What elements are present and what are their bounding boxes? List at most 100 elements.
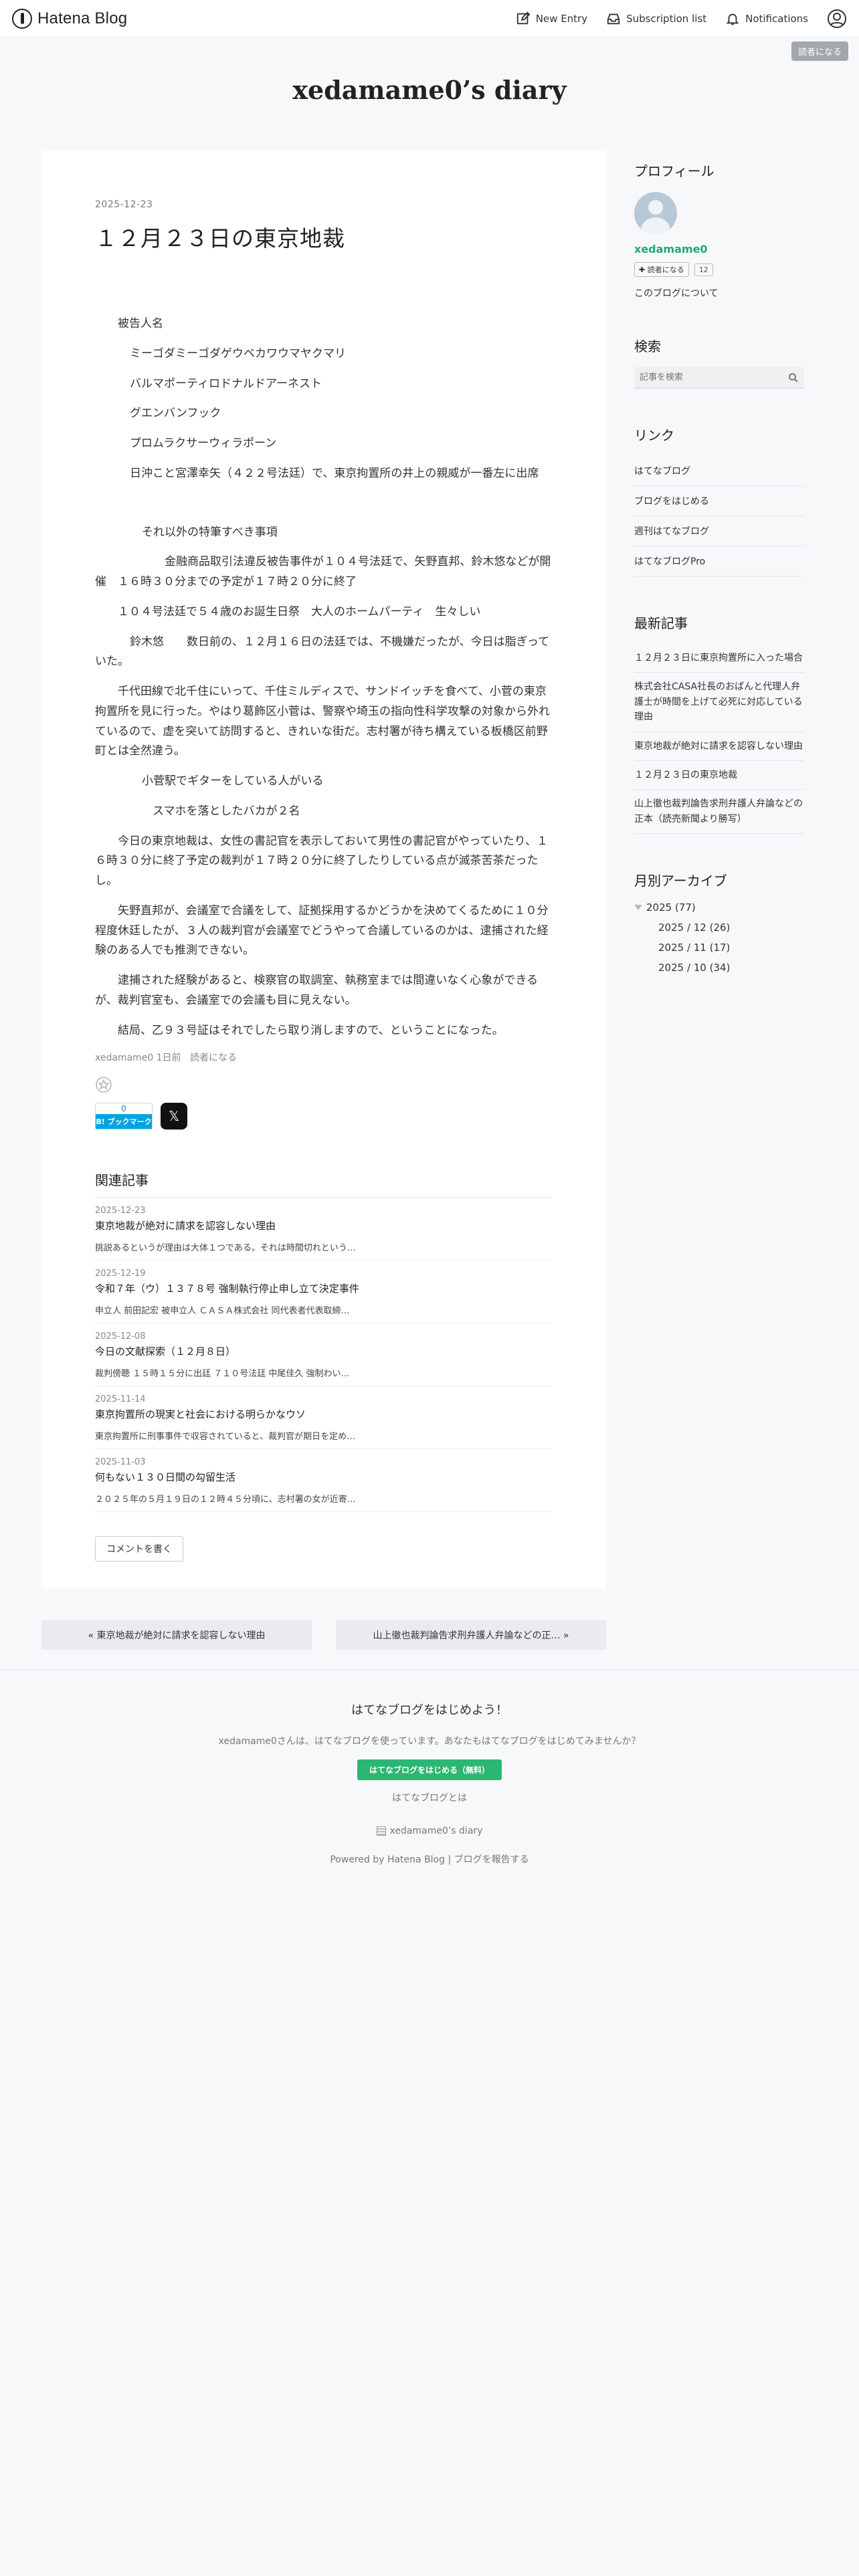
expand-triangle-icon[interactable]: [634, 905, 642, 911]
main-column: 2025-12-23 １２月２３日の東京地裁 被告人名 ミーゴダミーゴダゲウベカ…: [41, 151, 606, 1650]
footer-blog-name[interactable]: xedamame0’s diary: [390, 1826, 483, 1836]
about-hatena-blog-link[interactable]: はてなブログとは: [0, 1791, 859, 1804]
sidebar-link[interactable]: はてなブログ: [634, 456, 804, 486]
related-entry-excerpt: 東京拘置所に刑事事件で収容されていると、裁判官が期日を定め…: [95, 1432, 356, 1442]
entry-date[interactable]: 2025-12-23: [95, 199, 553, 210]
related-entry-date: 2025-11-14: [95, 1394, 146, 1405]
follower-count[interactable]: 12: [694, 263, 713, 276]
next-entry-link[interactable]: 山上徹也裁判論告求刑弁護人弁論などの正… »: [336, 1620, 606, 1650]
recent-entry-link[interactable]: 株式会社CASA社長のおばんと代理人弁護士が時間を上げて必死に対応している理由: [634, 673, 804, 732]
entry-article: 2025-12-23 １２月２３日の東京地裁 被告人名 ミーゴダミーゴダゲウベカ…: [41, 151, 606, 1589]
related-entries-list: 2025-12-23 東京地裁が絶対に請求を認容しない理由 挑説あるというが理由…: [95, 1198, 553, 1513]
archive-year-toggle[interactable]: 2025 (77): [634, 901, 804, 914]
pencil-icon: [516, 11, 531, 26]
notifications-label: Notifications: [745, 12, 808, 25]
powered-by-text[interactable]: Powered by Hatena Blog | ブログを報告する: [0, 1852, 859, 1866]
related-entry-title[interactable]: 何もない１３０日間の勾留生活: [95, 1470, 553, 1484]
entry-paragraph: １０４号法廷で５４歳のお誕生日祭 大人のホームパーティ 生々しい: [118, 605, 481, 619]
entry-paragraph: 今日の東京地裁は、女性の書記官を表示しておいて男性の書記官がやっていたり、１６時…: [95, 834, 548, 888]
new-entry-label: New Entry: [535, 12, 588, 25]
new-entry-link[interactable]: New Entry: [516, 11, 587, 26]
archive-month-link[interactable]: 2025 / 10 (34): [658, 962, 804, 974]
content-wrapper: 2025-12-23 １２月２３日の東京地裁 被告人名 ミーゴダミーゴダゲウベカ…: [41, 151, 804, 1650]
sidebar-link[interactable]: ブログをはじめる: [634, 486, 804, 516]
share-buttons: 0 B! ブックマーク 𝕏: [95, 1103, 553, 1130]
links-heading: リンク: [634, 427, 674, 443]
footer-heading: はてなブログをはじめよう！: [351, 1703, 508, 1717]
recent-entry-link[interactable]: １２月２３日の東京地裁: [634, 761, 804, 790]
related-entry[interactable]: 2025-11-14 東京拘置所の現実と社会における明らかなウソ 東京拘置所に刑…: [95, 1386, 553, 1450]
sidebar: プロフィール xedamame0 ✚ 読者になる 12 このブログについて 検索…: [634, 151, 804, 1650]
recent-entries-heading: 最新記事: [634, 615, 688, 631]
previous-entry-link[interactable]: « 東京地裁が絶対に請求を認容しない理由: [41, 1620, 312, 1650]
related-entry-excerpt: ２０２５年の５月１９日の１２時４５分頃に、志村署の女が近寄…: [95, 1495, 356, 1505]
related-entry[interactable]: 2025-11-03 何もない１３０日間の勾留生活 ２０２５年の５月１９日の１２…: [95, 1449, 553, 1513]
entry-paragraph: スマホを落としたバカが２名: [153, 804, 300, 818]
about-blog-link[interactable]: このブログについて: [634, 286, 804, 300]
search-input[interactable]: [634, 367, 804, 389]
hatena-bookmark-count: 0: [121, 1104, 126, 1114]
related-entries-heading: 関連記事: [95, 1170, 553, 1198]
entry-time[interactable]: 1日前: [157, 1053, 181, 1063]
start-blog-button[interactable]: はてなブログをはじめる（無料）: [357, 1759, 502, 1780]
related-entry-title[interactable]: 東京拘置所の現実と社会における明らかなウソ: [95, 1407, 553, 1421]
entry-paragraph: 逮捕された経験があると、検察官の取調室、執務室までは間違いなく心象ができるが、裁…: [95, 974, 538, 1007]
add-star-icon[interactable]: [95, 1076, 112, 1093]
entry-paragraph: バルマポーティロドナルドアーネスト: [130, 377, 322, 391]
follow-row: ✚ 読者になる 12: [634, 262, 804, 277]
hatena-blog-logo[interactable]: Hatena Blog: [12, 8, 128, 29]
hatena-bookmark-label: B! ブックマーク: [96, 1114, 152, 1130]
archive-heading: 月別アーカイブ: [634, 873, 727, 889]
user-account-icon[interactable]: [827, 9, 847, 29]
archive-year-label[interactable]: 2025 (77): [646, 901, 696, 914]
profile-name-link[interactable]: xedamame0: [634, 243, 804, 255]
bell-icon: [725, 11, 740, 26]
entry-reader-link[interactable]: 読者になる: [190, 1053, 237, 1063]
avatar[interactable]: [634, 192, 677, 235]
related-entry-date: 2025-12-19: [95, 1269, 146, 1279]
footer-blog-link[interactable]: xedamame0’s diary: [0, 1826, 859, 1836]
footer-description: xedamame0さんは、はてなブログを使っています。あなたもはてなブログをはじ…: [218, 1736, 641, 1747]
related-entry-title[interactable]: 令和７年（ウ）１３７８号 強制執行停止申し立て決定事件: [95, 1281, 553, 1295]
inbox-icon: [606, 11, 621, 26]
archive-module: 月別アーカイブ 2025 (77) 2025 / 12 (26) 2025 / …: [634, 870, 804, 974]
entry-paragraph: 千代田線で北千住にいって、千住ミルディスで、サンドイッチを食べて、小菅の東京拘置…: [95, 685, 550, 758]
related-entry-excerpt: 裁判傍聴 １５時１５分に出廷 ７１０号法廷 中尾佳久 強制わい…: [95, 1369, 350, 1380]
related-entry-title[interactable]: 今日の文献探索（１２月８日）: [95, 1344, 553, 1358]
related-entry[interactable]: 2025-12-23 東京地裁が絶対に請求を認容しない理由 挑説あるというが理由…: [95, 1198, 553, 1261]
blog-title[interactable]: xedamame0’s diary: [0, 75, 859, 105]
recent-entry-link[interactable]: 山上徹也裁判論告求刑弁護人弁論などの正本（読売新聞より勝写）: [634, 790, 804, 835]
related-entry-excerpt: 挑説あるというが理由は大体１つである。それは時間切れという…: [95, 1243, 356, 1254]
subscription-list-link[interactable]: Subscription list: [606, 11, 706, 26]
search-icon[interactable]: [788, 372, 799, 383]
archive-month-link[interactable]: 2025 / 12 (26): [658, 922, 804, 934]
page-footer: はてなブログをはじめよう！ xedamame0さんは、はてなブログを使っています…: [0, 1669, 859, 2576]
related-entry[interactable]: 2025-12-08 今日の文献探索（１２月８日） 裁判傍聴 １５時１５分に出廷…: [95, 1323, 553, 1387]
entry-title[interactable]: １２月２３日の東京地裁: [95, 221, 553, 253]
entry-paragraph: 矢野直邦が、会議室で合議をして、証拠採用するかどうかを決めてくるために１０分程度…: [95, 903, 549, 958]
entry-paragraph: グエンバンフック: [130, 407, 221, 421]
entry-paragraph: プロムラクサーウィラポーン: [130, 437, 277, 450]
archive-month-link[interactable]: 2025 / 11 (17): [658, 942, 804, 954]
follow-button[interactable]: ✚ 読者になる: [634, 262, 689, 277]
recent-entry-link[interactable]: 東京地裁が絶対に請求を認容しない理由: [634, 732, 804, 761]
entry-author-link[interactable]: xedamame0: [95, 1053, 153, 1063]
top-nav-links: New Entry Subscription list Notification…: [516, 9, 847, 29]
logo-text: Hatena Blog: [37, 9, 128, 27]
entry-paragraph: 結局、乙９３号証はそれでしたら取り消しますので、ということになった。: [118, 1023, 504, 1037]
write-comment-button[interactable]: コメントを書く: [95, 1536, 183, 1562]
subscribe-reader-button[interactable]: 読者になる: [791, 41, 848, 61]
notifications-link[interactable]: Notifications: [725, 11, 808, 26]
related-entry[interactable]: 2025-12-19 令和７年（ウ）１３７８号 強制執行停止申し立て決定事件 申…: [95, 1261, 553, 1324]
recent-entries-module: 最新記事 １２月２３日に東京拘置所に入った場合 株式会社CASA社長のおばんと代…: [634, 613, 804, 835]
entry-paragraph: 鈴木悠 数日前の、１２月１６日の法廷では、不機嫌だったが、今日は脂ぎっていた。: [95, 635, 550, 669]
x-share-icon[interactable]: 𝕏: [161, 1103, 187, 1130]
sidebar-link[interactable]: 週刊はてなブログ: [634, 516, 804, 546]
hatena-bookmark-button[interactable]: 0 B! ブックマーク: [95, 1103, 153, 1130]
related-entry-title[interactable]: 東京地裁が絶対に請求を認容しない理由: [95, 1218, 553, 1232]
entry-paragraph: 被告人名: [118, 317, 163, 330]
search-module: 検索: [634, 336, 804, 389]
sidebar-link[interactable]: はてなブログPro: [634, 546, 804, 576]
recent-entry-link[interactable]: １２月２３日に東京拘置所に入った場合: [634, 644, 804, 673]
entry-paragraph: それ以外の特筆すべき事項: [142, 525, 278, 539]
